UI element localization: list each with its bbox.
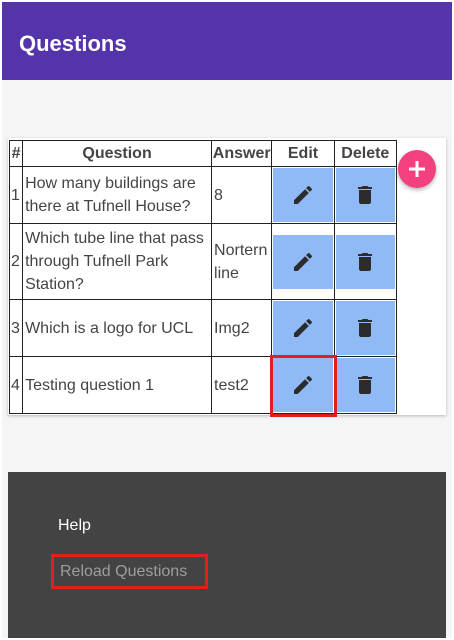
- edit-button[interactable]: [273, 234, 333, 289]
- edit-button[interactable]: [273, 301, 333, 355]
- trash-icon: [358, 319, 373, 337]
- delete-button[interactable]: [335, 358, 395, 412]
- table-row: 1 How many buildings are there at Tufnel…: [8, 166, 398, 224]
- pencil-icon: [293, 185, 312, 204]
- header-num: #: [8, 140, 24, 167]
- row-number: 4: [8, 356, 24, 414]
- row-number: 3: [8, 299, 24, 357]
- table-header-row: # Question Answer Edit Delete: [8, 140, 398, 167]
- questions-card: # Question Answer Edit Delete 1 How many…: [8, 138, 446, 415]
- app-bar: Questions: [2, 2, 452, 80]
- edit-button[interactable]: [273, 168, 333, 222]
- row-question: Testing question 1: [22, 356, 213, 414]
- app-frame: Questions # Question Answer Edit Delete: [2, 2, 452, 638]
- trash-icon: [358, 186, 373, 204]
- row-answer: 8: [211, 166, 273, 224]
- row-answer: test2: [211, 356, 273, 414]
- trash-icon: [358, 252, 373, 271]
- delete-button[interactable]: [335, 168, 395, 222]
- page-title: Questions: [19, 31, 127, 56]
- pencil-icon: [293, 252, 312, 271]
- row-answer: Img2: [211, 299, 273, 357]
- pencil-icon: [293, 318, 312, 337]
- delete-button[interactable]: [335, 234, 395, 289]
- bottom-drawer: Help Reload Questions: [8, 472, 446, 638]
- table-row: 2 Which tube line that pass through Tufn…: [8, 223, 398, 300]
- reload-questions-button[interactable]: Reload Questions: [51, 554, 208, 589]
- header-answer: Answer: [211, 140, 273, 167]
- header-delete: Delete: [333, 140, 398, 167]
- delete-button[interactable]: [335, 301, 395, 355]
- row-question: Which tube line that pass through Tufnel…: [22, 223, 213, 300]
- pencil-icon: [293, 375, 312, 394]
- row-question: How many buildings are there at Tufnell …: [22, 166, 213, 224]
- help-link[interactable]: Help: [58, 517, 91, 535]
- edit-button[interactable]: [273, 358, 333, 412]
- table-row: 3 Which is a logo for UCL Img2: [8, 299, 398, 357]
- header-question: Question: [22, 140, 213, 167]
- row-number: 2: [8, 223, 24, 300]
- row-answer: Nortern line: [211, 223, 273, 300]
- plus-icon: [409, 161, 425, 177]
- trash-icon: [358, 376, 373, 394]
- row-number: 1: [8, 166, 24, 224]
- row-question: Which is a logo for UCL: [22, 299, 213, 357]
- add-question-button[interactable]: [398, 150, 436, 188]
- questions-table: # Question Answer Edit Delete 1 How many…: [8, 140, 398, 414]
- header-edit: Edit: [271, 140, 335, 167]
- table-row: 4 Testing question 1 test2: [8, 356, 398, 414]
